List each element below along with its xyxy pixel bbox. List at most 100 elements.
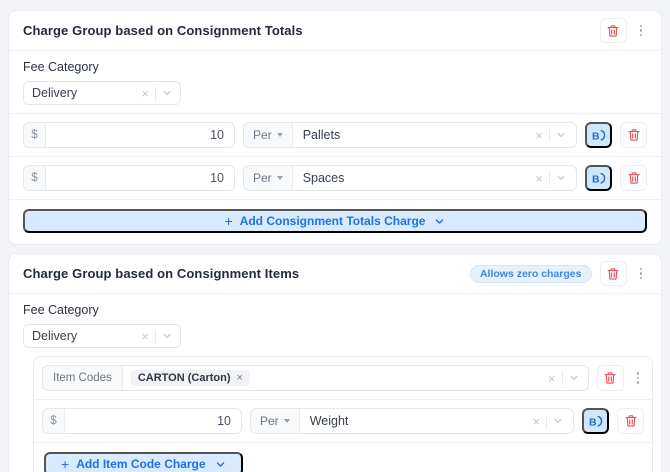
- billing-options-button[interactable]: B: [585, 122, 612, 148]
- card-header-actions: [600, 18, 648, 43]
- caret-down-icon: [277, 176, 283, 180]
- card-header: Charge Group based on Consignment Items …: [9, 254, 661, 294]
- chevron-down-icon[interactable]: [550, 173, 566, 183]
- card-header-actions: Allows zero charges: [470, 261, 647, 286]
- unit-value: Spaces: [303, 171, 345, 185]
- item-code-tag[interactable]: CARTON (Carton) ×: [131, 370, 250, 386]
- per-dropdown[interactable]: Per: [244, 166, 293, 190]
- delete-charge-group-button[interactable]: [600, 261, 627, 286]
- svg-text:B: B: [589, 416, 597, 428]
- add-button-label: Add Item Code Charge: [76, 457, 205, 471]
- item-codes-multiselect[interactable]: Item Codes CARTON (Carton) × ×: [42, 365, 589, 391]
- charge-amount-group: $ 10: [42, 408, 242, 434]
- unit-select[interactable]: Weight ×: [300, 409, 573, 433]
- unit-value: Weight: [310, 414, 349, 428]
- plus-icon: +: [225, 214, 233, 228]
- add-item-code-charge-button[interactable]: + Add Item Code Charge: [44, 452, 243, 472]
- card-header: Charge Group based on Consignment Totals: [9, 11, 661, 51]
- fee-category-value: Delivery: [32, 86, 77, 100]
- billing-options-button[interactable]: B: [585, 165, 612, 191]
- charge-unit-group: Per Pallets ×: [243, 122, 577, 148]
- chevron-down-icon[interactable]: [563, 373, 579, 383]
- item-code-charge-group-box: Item Codes CARTON (Carton) × ×: [33, 356, 653, 472]
- divider: [9, 199, 661, 200]
- delete-charge-group-button[interactable]: [600, 18, 627, 43]
- kebab-menu-icon[interactable]: [635, 264, 648, 284]
- per-dropdown[interactable]: Per: [251, 409, 300, 433]
- unit-select[interactable]: Spaces ×: [293, 166, 576, 190]
- tag-remove-icon[interactable]: ×: [237, 372, 243, 384]
- delete-charge-row-button[interactable]: [617, 408, 644, 434]
- caret-down-icon: [277, 133, 283, 137]
- clear-icon[interactable]: ×: [141, 330, 155, 343]
- clear-icon[interactable]: ×: [532, 415, 546, 428]
- per-label: Per: [260, 414, 279, 428]
- amount-input[interactable]: 10: [46, 166, 234, 190]
- fee-category-section: Fee Category Delivery ×: [9, 294, 661, 356]
- billing-options-button[interactable]: B: [582, 408, 609, 434]
- trash-icon: [606, 267, 620, 281]
- trash-icon: [606, 24, 620, 38]
- svg-text:B: B: [592, 173, 600, 185]
- allows-zero-charges-badge: Allows zero charges: [470, 265, 592, 283]
- trash-icon: [627, 171, 641, 185]
- caret-down-icon: [284, 419, 290, 423]
- clear-icon[interactable]: ×: [141, 87, 155, 100]
- fee-category-select[interactable]: Delivery ×: [23, 324, 181, 348]
- kebab-menu-icon[interactable]: [632, 368, 645, 388]
- pricing-settings-page: Charge Group based on Consignment Totals…: [0, 0, 670, 472]
- charge-row: $ 10 Per Weight ×: [34, 399, 652, 442]
- item-codes-addon-label: Item Codes: [43, 366, 123, 390]
- fee-category-value: Delivery: [32, 329, 77, 343]
- fee-category-label: Fee Category: [23, 60, 647, 74]
- card-title: Charge Group based on Consignment Totals: [23, 23, 303, 38]
- select-suffix: ×: [141, 330, 172, 343]
- consignment-items-charge-group-card: Charge Group based on Consignment Items …: [8, 253, 662, 472]
- chevron-down-icon[interactable]: [547, 416, 563, 426]
- trash-icon: [603, 371, 617, 385]
- charge-amount-group: $ 10: [23, 122, 235, 148]
- trash-icon: [624, 414, 638, 428]
- delete-charge-row-button[interactable]: [620, 122, 647, 148]
- divider: [34, 442, 652, 443]
- trash-icon: [627, 128, 641, 142]
- clear-icon[interactable]: ×: [535, 172, 549, 185]
- charge-amount-group: $ 10: [23, 165, 235, 191]
- select-suffix: ×: [535, 172, 566, 185]
- charge-row: $ 10 Per Spaces ×: [9, 156, 661, 199]
- select-suffix: ×: [141, 87, 172, 100]
- fee-category-label: Fee Category: [23, 303, 647, 317]
- chevron-down-icon: [215, 459, 226, 470]
- charge-row: $ 10 Per Pallets ×: [9, 113, 661, 156]
- amount-input[interactable]: 10: [46, 123, 234, 147]
- kebab-menu-icon[interactable]: [635, 21, 648, 41]
- currency-addon: $: [24, 123, 46, 147]
- select-suffix: ×: [548, 372, 588, 385]
- currency-addon: $: [43, 409, 65, 433]
- delete-item-code-group-button[interactable]: [597, 365, 624, 391]
- svg-text:B: B: [592, 130, 600, 142]
- charge-unit-group: Per Weight ×: [250, 408, 574, 434]
- card-title: Charge Group based on Consignment Items: [23, 266, 299, 281]
- select-suffix: ×: [532, 415, 563, 428]
- clear-icon[interactable]: ×: [535, 129, 549, 142]
- consignment-totals-charge-group-card: Charge Group based on Consignment Totals…: [8, 10, 662, 245]
- chevron-down-icon[interactable]: [550, 130, 566, 140]
- add-consignment-totals-charge-button[interactable]: + Add Consignment Totals Charge: [23, 209, 647, 233]
- unit-value: Pallets: [303, 128, 341, 142]
- fee-category-section: Fee Category Delivery ×: [9, 51, 661, 113]
- per-dropdown[interactable]: Per: [244, 123, 293, 147]
- amount-input[interactable]: 10: [65, 409, 241, 433]
- billing-icon: B: [591, 129, 606, 142]
- fee-category-select[interactable]: Delivery ×: [23, 81, 181, 105]
- chevron-down-icon[interactable]: [156, 88, 172, 98]
- unit-select[interactable]: Pallets ×: [293, 123, 576, 147]
- per-label: Per: [253, 128, 272, 142]
- chevron-down-icon: [434, 216, 445, 227]
- billing-icon: B: [588, 415, 603, 428]
- item-code-tag-label: CARTON (Carton): [138, 372, 231, 384]
- currency-addon: $: [24, 166, 46, 190]
- clear-icon[interactable]: ×: [548, 372, 562, 385]
- chevron-down-icon[interactable]: [156, 331, 172, 341]
- delete-charge-row-button[interactable]: [620, 165, 647, 191]
